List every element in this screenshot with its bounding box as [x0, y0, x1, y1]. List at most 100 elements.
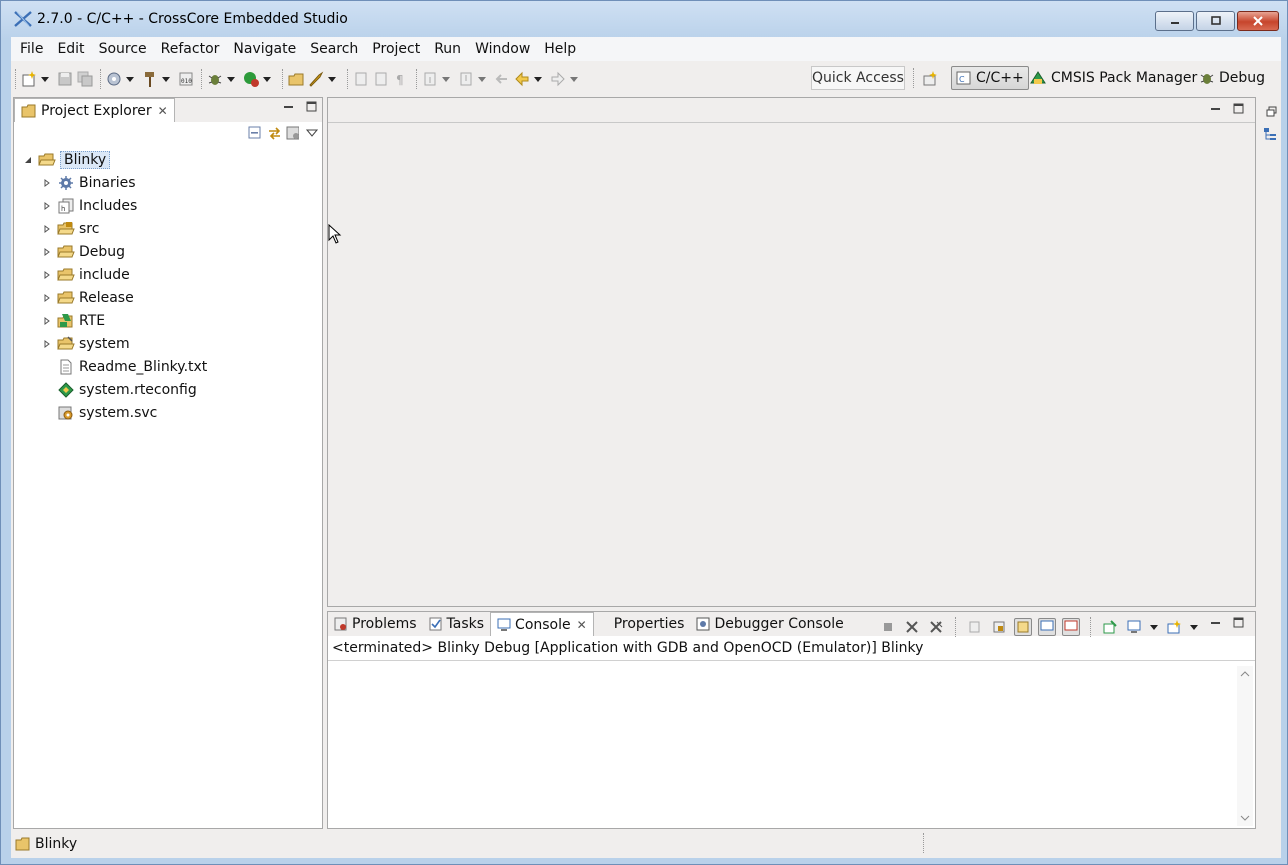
back-arrow-icon[interactable]: [513, 68, 531, 90]
minimize-editor-icon[interactable]: [1209, 102, 1222, 115]
run-dropdown-icon[interactable]: [262, 68, 272, 90]
remove-all-terminated-icon[interactable]: [927, 618, 945, 636]
tree-item-includes[interactable]: h Includes: [14, 194, 322, 217]
toggle-mark-icon[interactable]: [352, 68, 370, 90]
debug-dropdown-icon[interactable]: [226, 68, 236, 90]
scroll-lock-icon[interactable]: [990, 618, 1008, 636]
restore-icon[interactable]: [1265, 105, 1278, 118]
next-annotation-icon[interactable]: [421, 68, 439, 90]
hammer-build-icon[interactable]: [141, 68, 159, 90]
build-dropdown-icon[interactable]: [161, 68, 171, 90]
menu-window[interactable]: Window: [468, 41, 537, 57]
collapse-arrow-icon[interactable]: [22, 154, 34, 166]
previous-annotation-dropdown-icon[interactable]: [477, 68, 487, 90]
tab-console[interactable]: Console ✕: [490, 612, 594, 636]
tab-project-explorer[interactable]: Project Explorer ✕: [14, 98, 175, 122]
forward-dropdown-icon[interactable]: [569, 68, 579, 90]
collapse-all-icon[interactable]: [248, 126, 261, 139]
tree-item-src[interactable]: src: [14, 217, 322, 240]
maximize-view-icon[interactable]: [1232, 616, 1245, 629]
tab-problems[interactable]: Problems: [328, 612, 423, 636]
open-console-icon[interactable]: [1165, 618, 1183, 636]
menu-project[interactable]: Project: [365, 41, 427, 57]
perspective-debug[interactable]: Debug: [1199, 66, 1265, 90]
close-tab-icon[interactable]: ✕: [577, 618, 587, 632]
maximize-window-button[interactable]: [1196, 11, 1235, 31]
menu-source[interactable]: Source: [92, 41, 154, 57]
word-wrap-icon[interactable]: [1014, 618, 1032, 636]
launch-dropdown-icon[interactable]: [327, 68, 337, 90]
expand-arrow-icon[interactable]: [41, 269, 53, 281]
tree-item-rte[interactable]: RTE: [14, 309, 322, 332]
expand-arrow-icon[interactable]: [41, 292, 53, 304]
outline-icon[interactable]: [1263, 127, 1276, 140]
tree-item-system-folder[interactable]: system: [14, 332, 322, 355]
show-on-stderr-icon[interactable]: [1062, 618, 1080, 636]
last-edit-icon[interactable]: [493, 68, 511, 90]
menu-search[interactable]: Search: [303, 41, 365, 57]
debug-icon[interactable]: [206, 68, 224, 90]
expand-arrow-icon[interactable]: [41, 177, 53, 189]
tree-item-system-svc[interactable]: system.svc: [14, 401, 322, 424]
expand-arrow-icon[interactable]: [41, 315, 53, 327]
save-all-icon[interactable]: [76, 68, 94, 90]
pin-console-icon[interactable]: [1101, 618, 1119, 636]
forward-arrow-icon[interactable]: [549, 68, 567, 90]
expand-arrow-icon[interactable]: [41, 223, 53, 235]
minimize-window-button[interactable]: [1155, 11, 1194, 31]
tree-item-debug-folder[interactable]: Debug: [14, 240, 322, 263]
menu-refactor[interactable]: Refactor: [154, 41, 227, 57]
link-with-editor-icon[interactable]: [267, 126, 280, 140]
remove-launch-icon[interactable]: [903, 618, 921, 636]
tree-item-blinky[interactable]: Blinky: [14, 148, 322, 171]
tree-item-binaries[interactable]: Binaries: [14, 171, 322, 194]
menu-help[interactable]: Help: [537, 41, 583, 57]
show-whitespace-icon[interactable]: ¶: [392, 68, 410, 90]
tree-item-include-folder[interactable]: include: [14, 263, 322, 286]
launch-icon[interactable]: [307, 68, 325, 90]
perspective-cmsis-pack-manager[interactable]: CMSIS Pack Manager: [1029, 66, 1197, 90]
back-dropdown-icon[interactable]: [533, 68, 543, 90]
binary-icon[interactable]: 010: [177, 68, 195, 90]
maximize-editor-icon[interactable]: [1232, 102, 1245, 115]
menu-navigate[interactable]: Navigate: [226, 41, 303, 57]
menu-edit[interactable]: Edit: [50, 41, 91, 57]
maximize-view-icon[interactable]: [305, 100, 318, 113]
open-perspective-icon[interactable]: [921, 68, 939, 90]
minimize-view-icon[interactable]: [282, 100, 295, 113]
clear-console-icon[interactable]: [966, 618, 984, 636]
show-on-stdout-icon[interactable]: [1038, 618, 1056, 636]
expand-arrow-icon[interactable]: [41, 200, 53, 212]
terminate-icon[interactable]: [879, 618, 897, 636]
next-annotation-dropdown-icon[interactable]: [441, 68, 451, 90]
build-settings-icon[interactable]: [105, 68, 123, 90]
menu-run[interactable]: Run: [427, 41, 468, 57]
toggle-block-icon[interactable]: [372, 68, 390, 90]
minimize-view-icon[interactable]: [1209, 616, 1222, 629]
display-console-dropdown-icon[interactable]: [1149, 616, 1159, 638]
new-icon[interactable]: [20, 68, 38, 90]
tree-item-rteconfig[interactable]: system.rteconfig: [14, 378, 322, 401]
tab-debugger-console[interactable]: Debugger Console: [690, 612, 850, 636]
display-selected-console-icon[interactable]: [1125, 618, 1143, 636]
previous-annotation-icon[interactable]: [457, 68, 475, 90]
save-icon[interactable]: [56, 68, 74, 90]
console-scrollbar[interactable]: [1237, 666, 1253, 826]
new-dropdown-icon[interactable]: [40, 68, 50, 90]
close-window-button[interactable]: [1237, 11, 1279, 31]
tab-properties[interactable]: Properties: [607, 612, 691, 636]
expand-arrow-icon[interactable]: [41, 338, 53, 350]
run-icon[interactable]: [242, 68, 260, 90]
filters-icon[interactable]: [286, 126, 299, 139]
expand-arrow-icon[interactable]: [41, 246, 53, 258]
close-tab-icon[interactable]: ✕: [158, 104, 168, 118]
perspective-cpp[interactable]: C C/C++: [951, 66, 1029, 90]
open-project-toolbar-icon[interactable]: [287, 68, 305, 90]
view-menu-icon[interactable]: [305, 126, 318, 139]
open-console-dropdown-icon[interactable]: [1189, 616, 1199, 638]
title-bar[interactable]: 2.7.0 - C/C++ - CrossCore Embedded Studi…: [1, 1, 1287, 37]
tab-tasks[interactable]: Tasks: [422, 612, 491, 636]
build-settings-dropdown-icon[interactable]: [125, 68, 135, 90]
tree-item-release-folder[interactable]: Release: [14, 286, 322, 309]
quick-access-field[interactable]: Quick Access: [811, 66, 905, 90]
